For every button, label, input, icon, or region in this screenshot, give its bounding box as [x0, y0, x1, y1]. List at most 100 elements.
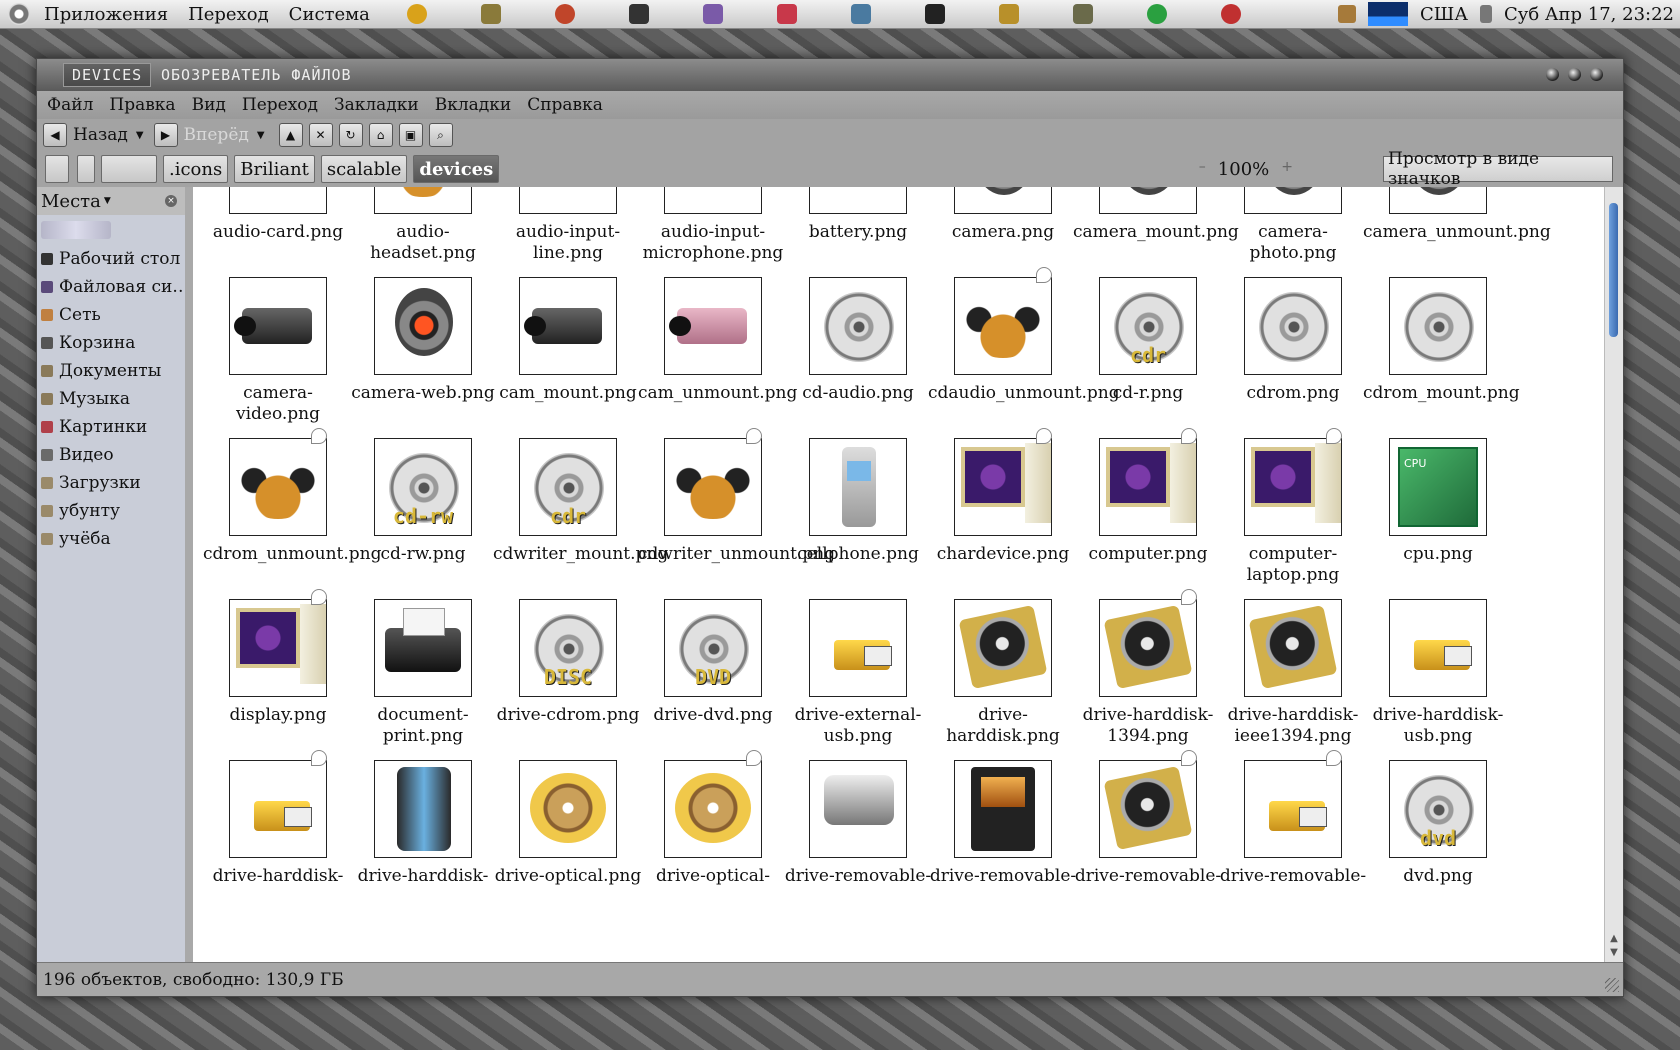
distro-logo-icon[interactable]: [8, 3, 30, 25]
file-thumbnail[interactable]: [1099, 599, 1197, 697]
file-thumbnail[interactable]: [1389, 599, 1487, 697]
file-name[interactable]: cdrom_mount.png: [1363, 383, 1520, 404]
launcher-icon[interactable]: [998, 4, 1019, 24]
stop-button[interactable]: ✕: [308, 123, 333, 147]
file-item[interactable]: cdrom_unmount.png: [203, 428, 381, 565]
menu-tabs[interactable]: Вкладки: [427, 95, 519, 115]
file-item[interactable]: battery.png: [783, 187, 933, 243]
sidebar-item[interactable]: Картинки: [37, 413, 185, 441]
file-item[interactable]: cdrom_mount.png: [1363, 277, 1520, 404]
file-name[interactable]: cdrom.png: [1218, 383, 1368, 404]
file-name[interactable]: drive-cdrom.png: [493, 705, 643, 726]
file-thumbnail[interactable]: [664, 277, 762, 375]
breadcrumb-item[interactable]: Briliant: [234, 155, 315, 183]
media-player-launcher-icon[interactable]: [554, 4, 575, 24]
sidebar-item[interactable]: Рабочий стол: [37, 245, 185, 273]
file-item[interactable]: drive-harddisk-usb.png: [1363, 599, 1513, 747]
file-name[interactable]: camera-web.png: [348, 383, 498, 404]
forward-label[interactable]: Вперёд: [178, 125, 253, 145]
zoom-out-button[interactable]: –: [1199, 159, 1206, 180]
file-item[interactable]: camera-video.png: [203, 277, 353, 425]
file-name[interactable]: cam_unmount.png: [638, 383, 797, 404]
file-name[interactable]: drive-removable-: [1218, 866, 1368, 887]
close-button[interactable]: [1590, 68, 1603, 81]
file-thumbnail[interactable]: [229, 277, 327, 375]
file-item[interactable]: camera.png: [928, 187, 1078, 243]
file-item[interactable]: drive-removable-: [928, 760, 1078, 887]
file-name[interactable]: cd-audio.png: [783, 383, 933, 404]
file-item[interactable]: drive-optical.png: [493, 760, 643, 887]
file-thumbnail[interactable]: [1099, 438, 1197, 536]
minimize-button[interactable]: [1546, 68, 1559, 81]
panel-menu-system[interactable]: Система: [279, 4, 380, 25]
launcher-icon[interactable]: [702, 4, 723, 24]
file-item[interactable]: drive-harddisk-ieee1394.png: [1218, 599, 1368, 747]
forward-history-dropdown[interactable]: ▼: [253, 130, 269, 141]
file-name[interactable]: cam_mount.png: [493, 383, 643, 404]
back-button[interactable]: ◀: [43, 123, 67, 147]
file-thumbnail[interactable]: [809, 187, 907, 214]
launcher-icon[interactable]: [850, 4, 871, 24]
file-thumbnail[interactable]: CPU: [1389, 438, 1487, 536]
file-name[interactable]: drive-harddisk-1394.png: [1073, 705, 1223, 747]
file-item[interactable]: drive-removable-: [783, 760, 933, 887]
sidebar-item[interactable]: Музыка: [37, 385, 185, 413]
file-item[interactable]: DVD drive-dvd.png: [638, 599, 788, 726]
file-thumbnail[interactable]: [374, 760, 472, 858]
back-history-dropdown[interactable]: ▼: [132, 130, 148, 141]
launcher-icon[interactable]: [776, 4, 797, 24]
file-name[interactable]: camera_mount.png: [1073, 222, 1239, 243]
tray-icon[interactable]: [1338, 5, 1357, 23]
file-thumbnail[interactable]: [954, 277, 1052, 375]
file-name[interactable]: cdrom_unmount.png: [203, 544, 381, 565]
file-thumbnail[interactable]: [229, 599, 327, 697]
file-thumbnail[interactable]: [809, 277, 907, 375]
resize-grip[interactable]: [1605, 978, 1619, 992]
file-item[interactable]: audio-input-line.png: [493, 187, 643, 264]
file-thumbnail[interactable]: [374, 187, 472, 214]
breadcrumb-item-current[interactable]: devices: [413, 155, 500, 183]
breadcrumb-item[interactable]: scalable: [320, 155, 408, 183]
scroll-down-arrow[interactable]: ▼: [1608, 947, 1620, 958]
file-thumbnail[interactable]: [374, 277, 472, 375]
email-launcher-icon[interactable]: [406, 4, 427, 24]
menu-bookmarks[interactable]: Закладки: [326, 95, 427, 115]
menu-help[interactable]: Справка: [519, 95, 611, 115]
sidebar-item[interactable]: Файловая си…: [37, 273, 185, 301]
file-thumbnail[interactable]: [1244, 187, 1342, 214]
file-item[interactable]: cd-audio.png: [783, 277, 933, 404]
file-thumbnail[interactable]: cdr: [1099, 277, 1197, 375]
file-item[interactable]: drive-harddisk-: [348, 760, 498, 887]
chevron-down-icon[interactable]: ▼: [104, 196, 111, 206]
file-thumbnail[interactable]: DISC: [519, 599, 617, 697]
launcher-icon[interactable]: [1220, 4, 1241, 24]
file-name[interactable]: drive-harddisk-: [203, 866, 353, 887]
file-name[interactable]: drive-harddisk-: [348, 866, 498, 887]
file-item[interactable]: document-print.png: [348, 599, 498, 747]
search-button[interactable]: ⌕: [428, 123, 453, 147]
file-thumbnail[interactable]: [229, 187, 327, 214]
file-item[interactable]: audio-card.png: [203, 187, 353, 243]
sidebar-header-label[interactable]: Места: [41, 191, 101, 212]
file-thumbnail[interactable]: [1389, 187, 1487, 214]
file-name[interactable]: cellphone.png: [783, 544, 933, 565]
file-item[interactable]: camera-web.png: [348, 277, 498, 404]
file-thumbnail[interactable]: [1244, 760, 1342, 858]
file-item[interactable]: cdr cdwriter_mount.png: [493, 438, 668, 565]
file-name[interactable]: drive-removable-: [928, 866, 1078, 887]
file-name[interactable]: camera-video.png: [203, 383, 353, 425]
menu-view[interactable]: Вид: [184, 95, 234, 115]
panel-menu-applications[interactable]: Приложения: [34, 4, 178, 25]
sidebar-item[interactable]: Корзина: [37, 329, 185, 357]
file-name[interactable]: camera.png: [928, 222, 1078, 243]
home-button[interactable]: ⌂: [368, 123, 393, 147]
file-thumbnail[interactable]: [664, 438, 762, 536]
file-name[interactable]: audio-card.png: [203, 222, 353, 243]
file-item[interactable]: camera_unmount.png: [1363, 187, 1551, 243]
file-thumbnail[interactable]: [229, 760, 327, 858]
file-item[interactable]: cdrom.png: [1218, 277, 1368, 404]
volume-icon[interactable]: [1479, 5, 1492, 23]
file-thumbnail[interactable]: [229, 438, 327, 536]
file-item[interactable]: drive-removable-: [1218, 750, 1368, 887]
zoom-in-button[interactable]: +: [1281, 159, 1293, 180]
